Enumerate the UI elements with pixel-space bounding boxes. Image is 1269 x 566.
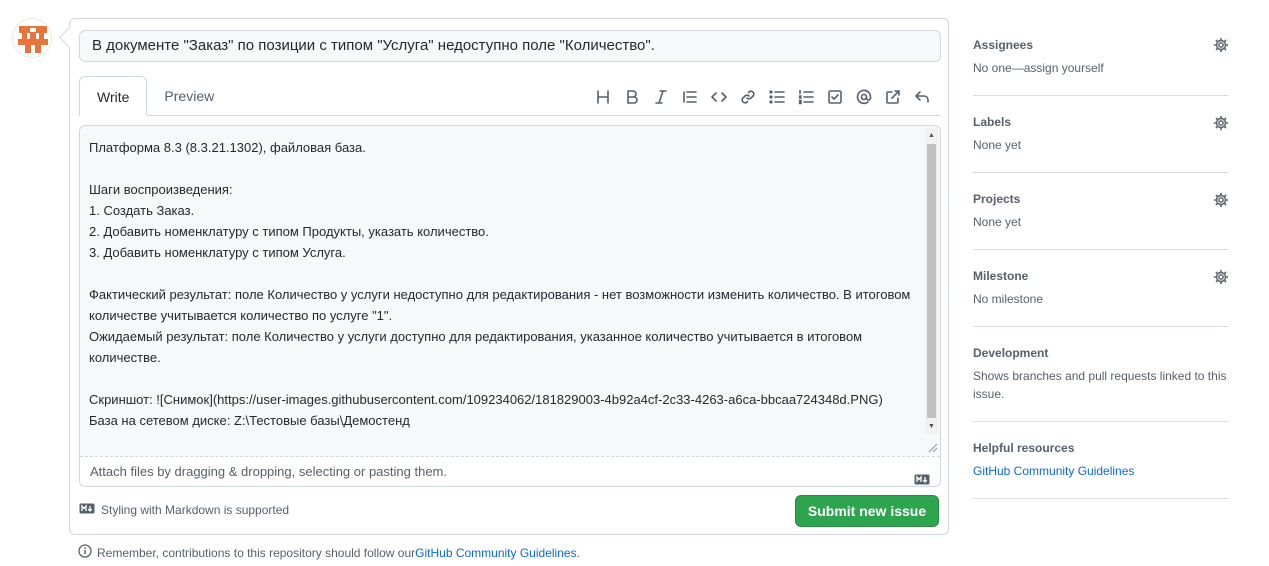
- editor-tabs: Write Preview: [79, 76, 231, 116]
- ordered-list-icon[interactable]: [791, 85, 820, 109]
- reference-icon[interactable]: [878, 85, 907, 109]
- scroll-thumb[interactable]: [927, 144, 936, 418]
- reply-icon[interactable]: [907, 85, 936, 109]
- assignees-title: Assignees: [973, 38, 1034, 52]
- issue-body-textarea[interactable]: Платформа 8.3 (8.3.21.1302), файловая ба…: [80, 126, 925, 456]
- gear-icon[interactable]: [1213, 115, 1229, 134]
- guidelines-note-suffix: .: [576, 545, 580, 560]
- italic-icon[interactable]: [646, 85, 675, 109]
- link-icon[interactable]: [733, 85, 762, 109]
- milestone-title: Milestone: [973, 269, 1029, 283]
- markdown-support-note: Styling with Markdown is supported: [79, 503, 289, 517]
- attach-files-area[interactable]: Attach files by dragging & dropping, sel…: [80, 456, 940, 486]
- issue-body-editor: Платформа 8.3 (8.3.21.1302), файловая ба…: [79, 125, 941, 487]
- sidebar-milestone: Milestone No milestone: [973, 250, 1229, 327]
- community-guidelines-link[interactable]: GitHub Community Guidelines: [973, 462, 1229, 480]
- tab-preview[interactable]: Preview: [147, 76, 231, 116]
- assignees-value[interactable]: No one—assign yourself: [973, 59, 1229, 77]
- issue-title-input[interactable]: В документе "Заказ" по позиции с типом "…: [79, 30, 941, 62]
- issue-sidebar: Assignees No one—assign yourself Labels …: [973, 18, 1229, 499]
- helpful-resources-title: Helpful resources: [973, 441, 1075, 455]
- task-list-icon[interactable]: [820, 85, 849, 109]
- tabs-divider: [79, 115, 941, 116]
- code-icon[interactable]: [704, 85, 733, 109]
- gear-icon[interactable]: [1213, 37, 1229, 56]
- unordered-list-icon[interactable]: [762, 85, 791, 109]
- scroll-up-arrow-icon[interactable]: ▲: [925, 128, 938, 143]
- tab-write[interactable]: Write: [79, 76, 148, 116]
- markdown-toolbar: [588, 85, 936, 109]
- attach-files-text: Attach files by dragging & dropping, sel…: [90, 464, 447, 479]
- textarea-scrollbar[interactable]: ▲ ▼: [925, 128, 938, 434]
- heading-icon[interactable]: [588, 85, 617, 109]
- milestone-value: No milestone: [973, 292, 1044, 306]
- quote-icon[interactable]: [675, 85, 704, 109]
- sidebar-projects: Projects None yet: [973, 173, 1229, 250]
- guidelines-note-prefix: Remember, contributions to this reposito…: [97, 545, 416, 560]
- submit-new-issue-button[interactable]: Submit new issue: [795, 495, 939, 527]
- markdown-support-text: Styling with Markdown is supported: [101, 503, 290, 517]
- avatar[interactable]: [12, 18, 52, 58]
- sidebar-helpful-resources: Helpful resources GitHub Community Guide…: [973, 422, 1229, 499]
- sidebar-assignees: Assignees No one—assign yourself: [973, 18, 1229, 96]
- bold-icon[interactable]: [617, 85, 646, 109]
- guidelines-link[interactable]: GitHub Community Guidelines: [415, 546, 576, 560]
- development-title: Development: [973, 346, 1049, 360]
- guidelines-note: Remember, contributions to this reposito…: [78, 544, 580, 561]
- projects-value: None yet: [973, 215, 1022, 229]
- markdown-icon: [79, 503, 95, 517]
- issue-composer: В документе "Заказ" по позиции с типом "…: [69, 18, 949, 535]
- sidebar-development: Development Shows branches and pull requ…: [973, 327, 1229, 422]
- labels-value: None yet: [973, 138, 1022, 152]
- gear-icon[interactable]: [1213, 192, 1229, 211]
- sidebar-labels: Labels None yet: [973, 96, 1229, 173]
- development-value: Shows branches and pull requests linked …: [973, 369, 1227, 401]
- mention-icon[interactable]: [849, 85, 878, 109]
- labels-title: Labels: [973, 115, 1012, 129]
- projects-title: Projects: [973, 192, 1021, 206]
- markdown-icon: [914, 466, 930, 486]
- info-icon: [78, 544, 92, 561]
- resize-grip-icon[interactable]: [926, 440, 938, 453]
- scroll-down-arrow-icon[interactable]: ▼: [925, 419, 938, 434]
- gear-icon[interactable]: [1213, 269, 1229, 288]
